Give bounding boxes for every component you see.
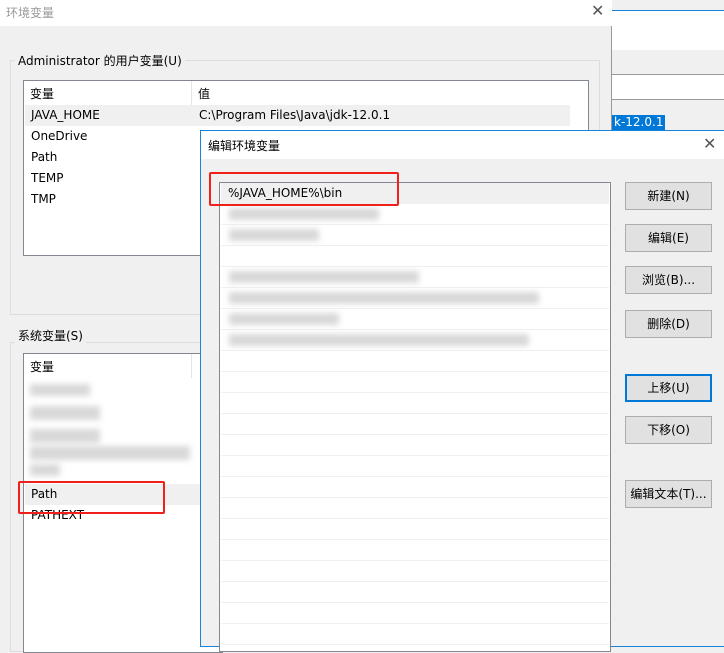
background-field xyxy=(612,74,724,100)
variable-name: JAVA_HOME xyxy=(31,108,100,122)
redacted-text xyxy=(30,429,100,443)
list-item[interactable] xyxy=(221,246,609,267)
variable-value: C:\Program Files\Java\jdk-12.0.1 xyxy=(199,108,391,122)
table-row[interactable]: TEMP xyxy=(25,168,70,189)
list-header: 变量 值 xyxy=(24,81,588,105)
variable-name: TEMP xyxy=(31,171,64,185)
close-icon[interactable]: ✕ xyxy=(591,1,604,20)
list-item[interactable] xyxy=(221,267,609,288)
redacted-text xyxy=(30,384,90,396)
title-bar: 编辑环境变量 ✕ xyxy=(201,131,724,159)
table-row[interactable]: JAVA_HOME C:\Program Files\Java\jdk-12.0.… xyxy=(25,105,570,126)
column-header-name[interactable]: 变量 xyxy=(30,358,54,375)
path-entries-list[interactable]: %JAVA_HOME%\bin xyxy=(219,182,611,652)
column-header-value[interactable]: 值 xyxy=(198,85,210,102)
move-down-button[interactable]: 下移(O) xyxy=(625,416,712,444)
table-row[interactable]: TMP xyxy=(25,189,62,210)
dialog-title: 编辑环境变量 xyxy=(208,139,281,153)
window-title: 环境变量 xyxy=(6,6,55,20)
annotation-highlight-path xyxy=(18,481,165,514)
redacted-text xyxy=(30,464,60,476)
annotation-highlight-entry xyxy=(209,172,399,206)
close-icon[interactable]: ✕ xyxy=(703,134,716,153)
table-row[interactable]: OneDrive xyxy=(25,126,93,147)
column-header-name[interactable]: 变量 xyxy=(30,85,54,102)
redacted-text xyxy=(30,446,190,460)
list-item[interactable] xyxy=(221,204,609,225)
edit-button[interactable]: 编辑(E) xyxy=(625,224,712,252)
variable-name: TMP xyxy=(31,192,56,206)
list-item[interactable] xyxy=(221,330,609,351)
title-bar: 环境变量 ✕ xyxy=(0,0,612,26)
column-divider xyxy=(191,81,192,105)
variable-name: Path xyxy=(31,150,58,164)
move-up-button[interactable]: 上移(U) xyxy=(625,374,712,402)
new-button[interactable]: 新建(N) xyxy=(625,182,712,210)
background-panel xyxy=(612,10,724,50)
redacted-text xyxy=(30,406,100,420)
delete-button[interactable]: 删除(D) xyxy=(625,310,712,338)
system-variables-label: 系统变量(S) xyxy=(15,327,86,344)
list-item[interactable] xyxy=(221,288,609,309)
edit-text-button[interactable]: 编辑文本(T)... xyxy=(625,480,712,508)
list-item[interactable] xyxy=(221,309,609,330)
column-divider xyxy=(191,354,192,378)
user-variables-label: Administrator 的用户变量(U) xyxy=(15,52,185,69)
edit-environment-variable-dialog: 编辑环境变量 ✕ %JAVA_HOME%\bin 新建(N) 编辑(E) 浏览(… xyxy=(200,130,724,652)
variable-name: OneDrive xyxy=(31,129,88,143)
list-item[interactable] xyxy=(221,225,609,246)
table-row[interactable]: Path xyxy=(25,147,63,168)
browse-button[interactable]: 浏览(B)... xyxy=(625,266,712,294)
list-header: 变量 xyxy=(24,354,222,378)
